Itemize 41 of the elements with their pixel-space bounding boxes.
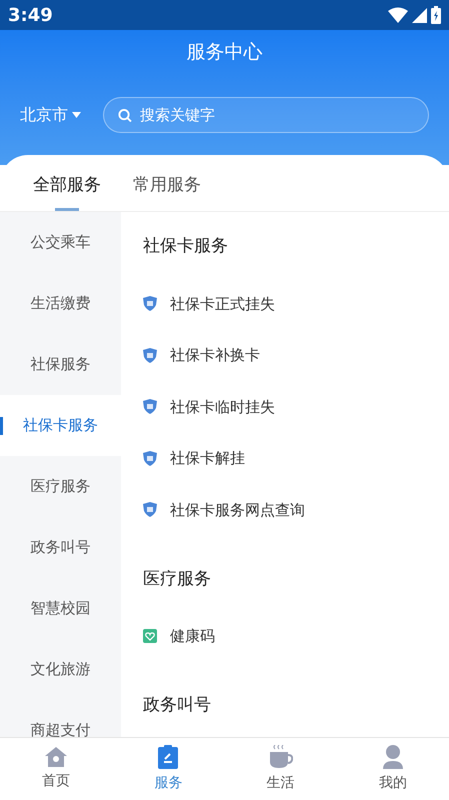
service-item[interactable]: 社保卡正式挂失 <box>170 292 275 315</box>
battery-icon <box>431 6 441 24</box>
house-icon <box>45 746 68 766</box>
sidebar-item[interactable]: 智慧校园 <box>30 597 90 620</box>
search-icon <box>118 108 132 122</box>
sidebar-item[interactable]: 社保服务 <box>30 353 90 376</box>
section-title: 政务叫号 <box>143 694 211 718</box>
shield-icon <box>143 296 157 312</box>
service-item[interactable]: 健康码 <box>170 625 215 648</box>
caret-icon <box>72 112 81 118</box>
service-item[interactable]: 社保卡解挂 <box>170 447 245 470</box>
shield-icon <box>143 502 157 518</box>
shield-icon <box>143 399 157 414</box>
sidebar-item[interactable]: 政务叫号 <box>30 536 90 559</box>
shield-icon <box>143 348 157 363</box>
nav-tab[interactable]: 生活 <box>224 738 337 800</box>
nav-tab[interactable]: 服务 <box>112 738 224 800</box>
person-icon <box>382 744 403 768</box>
section-title: 医疗服务 <box>143 568 211 591</box>
search-field[interactable]: 搜索关键字 <box>103 97 429 133</box>
service-item[interactable]: 社保卡临时挂失 <box>170 396 275 418</box>
sidebar-item[interactable]: 医疗服务 <box>30 475 90 498</box>
sidebar-item[interactable]: 公交乘车 <box>30 231 90 254</box>
nav-tab[interactable]: 首页 <box>0 738 112 800</box>
sidebar-item[interactable]: 文化旅游 <box>30 658 90 681</box>
service-item[interactable]: 社保卡补换卡 <box>170 344 260 366</box>
status-time: 3:49 <box>8 4 53 28</box>
tab[interactable]: 全部服务 <box>33 172 101 211</box>
cup-icon <box>268 744 293 768</box>
wifi-icon <box>388 7 408 23</box>
search-input[interactable]: 搜索关键字 <box>140 104 414 126</box>
shield-icon <box>143 450 157 466</box>
section-title: 社保卡服务 <box>143 235 228 258</box>
tab[interactable]: 常用服务 <box>133 172 201 211</box>
signal-icon <box>412 8 427 22</box>
clipboard-icon <box>158 744 178 768</box>
nav-tab[interactable]: 我的 <box>336 738 449 800</box>
page-title: 服务中心 <box>186 40 262 66</box>
sidebar-item[interactable]: 商超支付 <box>30 719 90 737</box>
service-item[interactable]: 社保卡服务网点查询 <box>170 498 305 521</box>
sidebar-item[interactable]: 生活缴费 <box>30 292 90 315</box>
